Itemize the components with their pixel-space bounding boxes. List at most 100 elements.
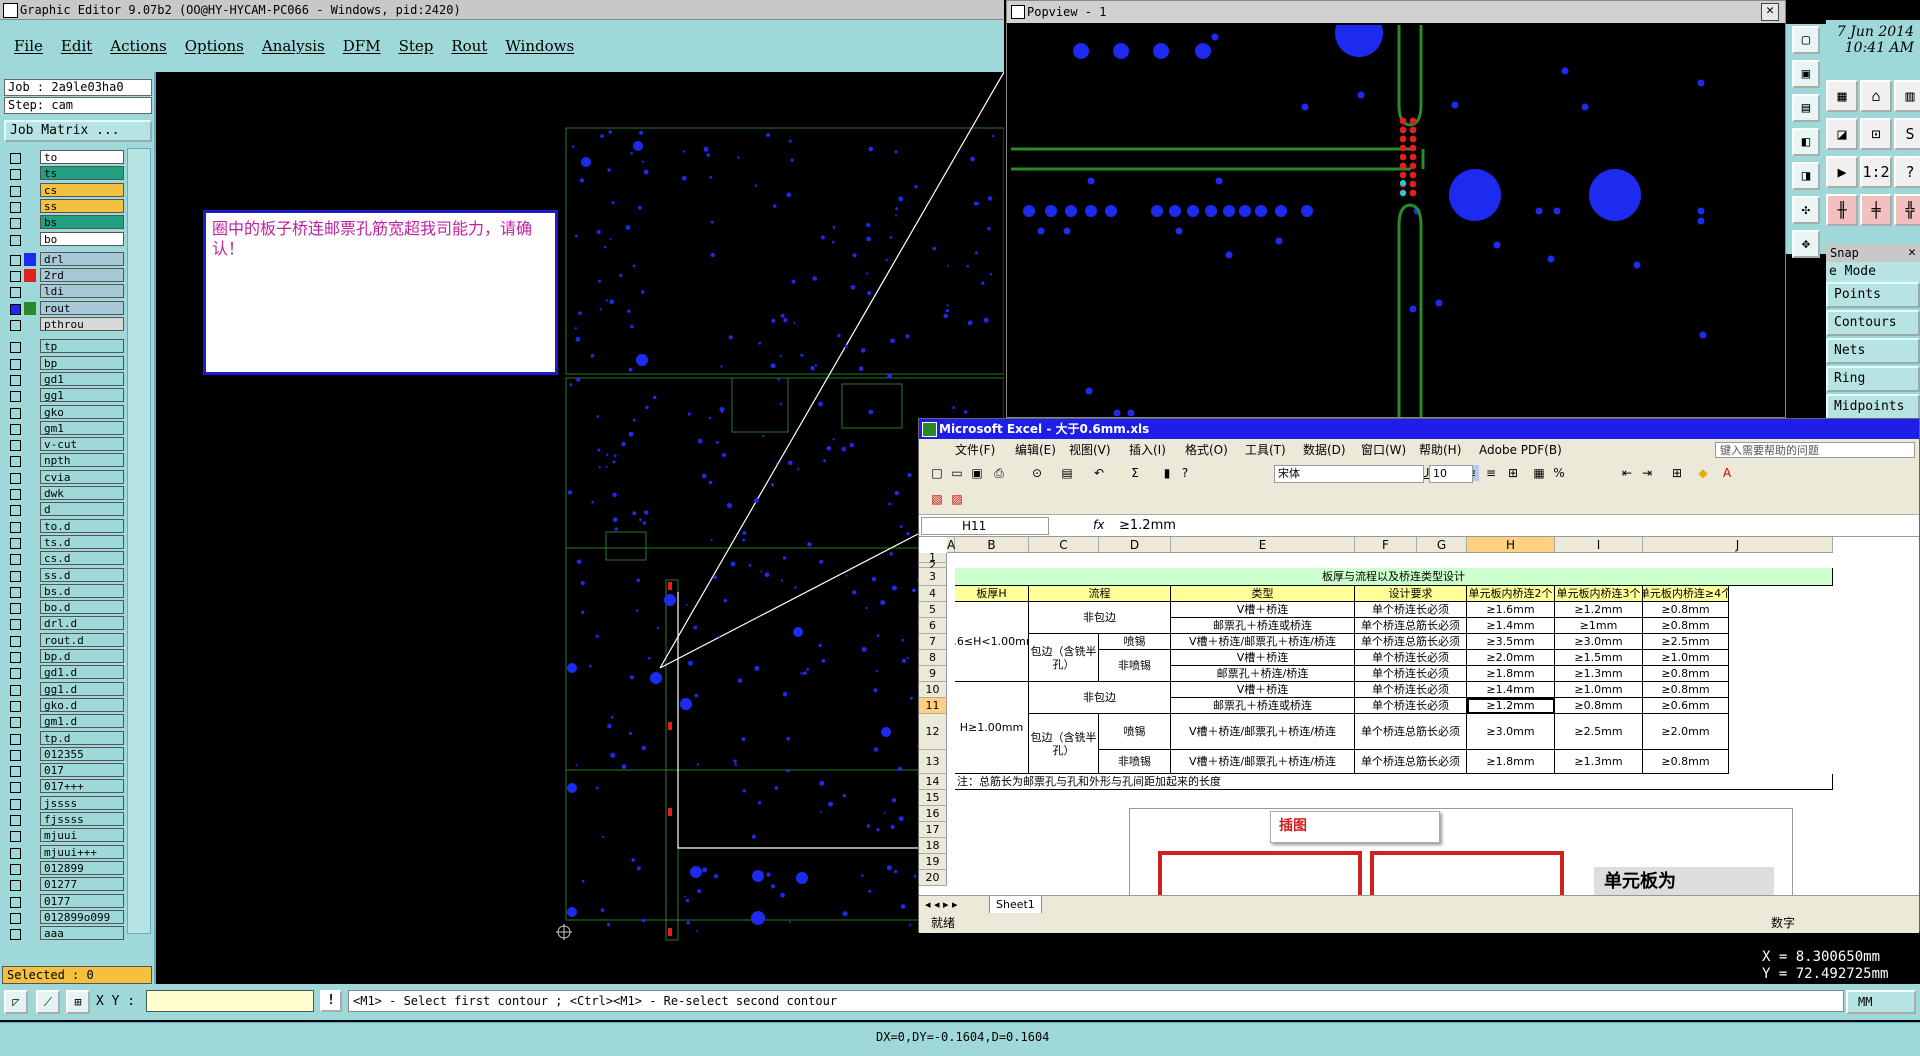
layer-row-017[interactable]: 017 bbox=[4, 763, 124, 778]
sheet-cell[interactable]: V槽＋桥连/邮票孔＋桥连/桥连 bbox=[1171, 750, 1355, 774]
layer-row-gko.d[interactable]: gko.d bbox=[4, 697, 124, 713]
layer-row-bs[interactable]: bs bbox=[4, 215, 124, 230]
excel-menu-help[interactable]: 帮助(H) bbox=[1419, 439, 1461, 461]
snap-nets-button[interactable]: Nets bbox=[1826, 338, 1920, 364]
layer-checkbox[interactable] bbox=[10, 700, 21, 712]
sheet-cell[interactable]: 单个桥连长必须 bbox=[1355, 666, 1467, 682]
sheet-cell[interactable]: ≥0.8mm bbox=[1643, 618, 1729, 634]
layer-checkbox[interactable] bbox=[10, 554, 21, 566]
layer-checkbox[interactable] bbox=[10, 603, 21, 615]
sheet-cell[interactable]: 包边（含铣半孔） bbox=[1029, 634, 1099, 682]
layer-row-drl[interactable]: drl bbox=[4, 251, 124, 267]
menu-windows[interactable]: Windows bbox=[505, 37, 574, 55]
sheet-cell[interactable]: 喷锡 bbox=[1099, 634, 1171, 650]
warning-icon[interactable]: ! bbox=[320, 990, 342, 1012]
job-matrix-button[interactable]: Job Matrix ... bbox=[4, 120, 152, 142]
snap-ring-button[interactable]: Ring bbox=[1826, 366, 1920, 392]
pdf-mail-icon[interactable]: ▨ bbox=[949, 491, 965, 507]
layer-checkbox[interactable] bbox=[10, 766, 21, 778]
layer-checkbox[interactable] bbox=[10, 815, 21, 826]
layer-row-cs[interactable]: cs bbox=[4, 182, 124, 198]
zoom-fit-icon[interactable]: ▢ bbox=[1792, 26, 1820, 54]
measure-icon[interactable]: ╫ bbox=[1826, 194, 1858, 226]
currency-icon[interactable]: ▦ bbox=[1531, 465, 1547, 481]
layer-row-bo[interactable]: bo bbox=[4, 231, 124, 247]
layer-checkbox[interactable] bbox=[10, 717, 21, 729]
layer-row-npth[interactable]: npth bbox=[4, 453, 124, 468]
layer-checkbox[interactable] bbox=[10, 847, 21, 859]
layer-row-01277[interactable]: 01277 bbox=[4, 877, 124, 892]
sheet-cell[interactable]: 非喷锡 bbox=[1099, 650, 1171, 682]
excel-menu-adobe-pdf[interactable]: Adobe PDF(B) bbox=[1479, 439, 1562, 461]
excel-help-search[interactable]: 键入需要帮助的问题 bbox=[1715, 442, 1915, 458]
layer-checkbox[interactable] bbox=[10, 472, 21, 484]
menu-file[interactable]: File bbox=[14, 37, 43, 55]
layer-checkbox[interactable] bbox=[10, 456, 21, 468]
s-curve-icon[interactable]: S bbox=[1894, 118, 1920, 150]
column-header-G[interactable]: G bbox=[1417, 537, 1467, 553]
sheet-cell[interactable]: ≥1.8mm bbox=[1467, 750, 1555, 774]
layer-row-ss.d[interactable]: ss.d bbox=[4, 567, 124, 583]
grid-tool-icon[interactable]: ⊞ bbox=[66, 990, 90, 1014]
sheet-cell[interactable]: ≥3.5mm bbox=[1467, 634, 1555, 650]
layer-row-to.d[interactable]: to.d bbox=[4, 518, 124, 534]
column-header-C[interactable]: C bbox=[1029, 537, 1099, 553]
sheet-cell[interactable]: ≥1.2mm bbox=[1467, 698, 1555, 714]
sheet-cell[interactable]: 单个桥连长必须 bbox=[1355, 602, 1467, 618]
sheet-cell[interactable]: 板厚H bbox=[955, 586, 1029, 602]
sheet-cell[interactable]: ≥1.3mm bbox=[1555, 750, 1643, 774]
formula-value[interactable]: ≥1.2mm bbox=[1119, 518, 1176, 533]
sheet-cell[interactable]: 类型 bbox=[1171, 586, 1355, 602]
home-icon[interactable]: ⌂ bbox=[1860, 80, 1892, 112]
sheet-cell[interactable]: 单元板内桥连2个 bbox=[1467, 586, 1555, 602]
layer-row-drl.d[interactable]: drl.d bbox=[4, 616, 124, 631]
graphic-canvas[interactable] bbox=[158, 71, 1005, 984]
layer-row-012899[interactable]: 012899 bbox=[4, 860, 124, 876]
row-header-8[interactable]: 8 bbox=[919, 650, 947, 666]
font-name-select[interactable]: 宋体 bbox=[1274, 465, 1424, 483]
layer-checkbox[interactable] bbox=[10, 505, 21, 517]
layer-row-cvia[interactable]: cvia bbox=[4, 469, 124, 485]
layer-checkbox[interactable] bbox=[10, 234, 21, 246]
sheet-cell[interactable]: ≥0.8mm bbox=[1555, 698, 1643, 714]
sheet-cell[interactable]: ≥1.5mm bbox=[1555, 650, 1643, 666]
layer-checkbox[interactable] bbox=[10, 782, 21, 794]
layer-checkbox[interactable] bbox=[10, 831, 21, 843]
sheet-cell[interactable]: 单元板内桥连≥4个 bbox=[1643, 586, 1729, 602]
layer-checkbox[interactable] bbox=[10, 668, 21, 680]
select-tool-icon[interactable]: ◸ bbox=[4, 990, 28, 1014]
layer-checkbox[interactable] bbox=[10, 896, 21, 908]
sheet-cell[interactable]: V槽＋桥连 bbox=[1171, 682, 1355, 698]
pdf-icon[interactable]: ▧ bbox=[929, 491, 945, 507]
sheet-cell[interactable]: ≥2.0mm bbox=[1467, 650, 1555, 666]
layer-row-gd1[interactable]: gd1 bbox=[4, 371, 124, 387]
sheet-cell[interactable]: ≥3.0mm bbox=[1555, 634, 1643, 650]
redraw-icon[interactable]: ◨ bbox=[1792, 162, 1820, 190]
menu-dfm[interactable]: DFM bbox=[343, 37, 381, 55]
fill-color-icon[interactable]: ◆ bbox=[1695, 465, 1711, 481]
layer-checkbox[interactable] bbox=[10, 798, 21, 810]
layer-row-ts.d[interactable]: ts.d bbox=[4, 534, 124, 550]
menu-options[interactable]: Options bbox=[185, 37, 244, 55]
sheet-cell[interactable]: 邮票孔＋桥连/桥连 bbox=[1171, 666, 1355, 682]
merge-icon[interactable]: ⊞ bbox=[1505, 465, 1521, 481]
layer-checkbox[interactable] bbox=[10, 374, 21, 386]
arrow-icon[interactable]: ▶ bbox=[1826, 156, 1858, 188]
menu-edit[interactable]: Edit bbox=[61, 37, 92, 55]
layer-checkbox[interactable] bbox=[10, 358, 21, 370]
indent-icon[interactable]: ⇤ bbox=[1619, 465, 1635, 481]
sheet-cell[interactable]: 单个桥连总筋长必须 bbox=[1355, 618, 1467, 634]
sheet-cell[interactable]: 邮票孔＋桥连或桥连 bbox=[1171, 618, 1355, 634]
sheet-cell[interactable]: 0.6≤H<1.00mm bbox=[955, 602, 1029, 682]
sheet-cell[interactable]: ≥0.6mm bbox=[1643, 698, 1729, 714]
layer-checkbox[interactable] bbox=[10, 684, 21, 696]
snap-contours-button[interactable]: Contours bbox=[1826, 310, 1920, 336]
menu-actions[interactable]: Actions bbox=[110, 37, 166, 55]
layer-checkbox[interactable] bbox=[10, 169, 21, 181]
layer-row-0177[interactable]: 0177 bbox=[4, 893, 124, 909]
layer-checkbox[interactable] bbox=[10, 201, 21, 213]
sheet-cell[interactable]: ≥1.0mm bbox=[1643, 650, 1729, 666]
excel-menu-insert[interactable]: 插入(I) bbox=[1129, 439, 1166, 461]
layer-row-jssss[interactable]: jssss bbox=[4, 795, 124, 811]
layer-checkbox[interactable] bbox=[10, 440, 21, 452]
